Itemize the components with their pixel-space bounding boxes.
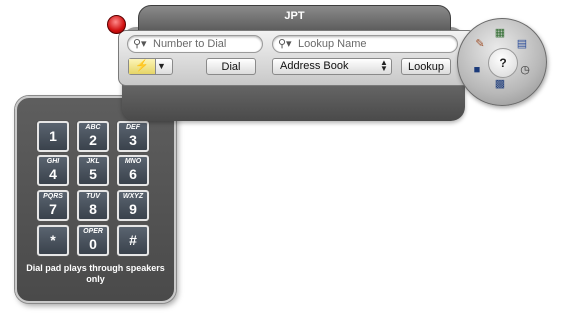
key-digit: 4 — [49, 166, 57, 182]
key-letters: PQRS — [43, 193, 63, 200]
notes-icon[interactable]: ✎ — [473, 37, 487, 51]
key-5[interactable]: JKL 5 — [77, 155, 109, 186]
key-letters: WXYZ — [122, 193, 144, 200]
key-letters: DEF — [126, 124, 140, 131]
contacts-grid-icon[interactable]: ▦ — [493, 26, 507, 40]
clock-icon[interactable]: ◷ — [518, 63, 532, 77]
dial-type-popup[interactable]: ⚡ ▼ — [128, 58, 173, 75]
chevron-down-icon: ▼ — [157, 61, 166, 71]
dial-button[interactable]: Dial — [206, 58, 256, 75]
key-0[interactable]: OPER 0 — [77, 225, 109, 256]
key-letters: TUV — [86, 193, 100, 200]
key-digit: 5 — [89, 166, 97, 182]
address-source-value: Address Book — [280, 60, 349, 72]
key-star[interactable]: * — [37, 225, 69, 256]
key-2[interactable]: ABC 2 — [77, 121, 109, 152]
key-8[interactable]: TUV 8 — [77, 190, 109, 221]
key-4[interactable]: GHI 4 — [37, 155, 69, 186]
lookup-name-field[interactable]: ⚲▾ Lookup Name — [272, 35, 458, 53]
key-hash[interactable]: # — [117, 225, 149, 256]
key-9[interactable]: WXYZ 9 — [117, 190, 149, 221]
key-digit: 7 — [49, 201, 57, 217]
key-digit: 1 — [49, 128, 57, 144]
key-3[interactable]: DEF 3 — [117, 121, 149, 152]
lookup-button[interactable]: Lookup — [401, 58, 451, 75]
key-digit: 3 — [129, 132, 137, 148]
number-to-dial-placeholder: Number to Dial — [153, 38, 227, 50]
key-6[interactable]: MNO 6 — [117, 155, 149, 186]
key-digit: * — [50, 232, 56, 248]
window-title: JPT — [284, 10, 305, 22]
key-letters: MNO — [124, 158, 142, 165]
help-button[interactable]: ? — [488, 48, 518, 78]
keypad-note: Dial pad plays through speakers only — [26, 263, 165, 284]
dial-pad-panel: 1 ABC 2 DEF 3 GHI 4 JKL 5 MNO 6 PQRS 7 TUV 8 WX… — [15, 96, 176, 303]
title-bar[interactable]: JPT — [138, 5, 451, 33]
key-letters: ABC — [85, 124, 101, 131]
stepper-arrows-icon: ▲ ▼ — [380, 58, 388, 73]
number-to-dial-field[interactable]: ⚲▾ Number to Dial — [127, 35, 263, 53]
key-digit: 6 — [129, 166, 137, 182]
key-7[interactable]: PQRS 7 — [37, 190, 69, 221]
address-book-icon[interactable]: ▤ — [515, 37, 529, 51]
key-letters: JKL — [86, 158, 100, 165]
key-digit: 8 — [89, 201, 97, 217]
search-icon: ⚲▾ — [133, 38, 147, 50]
close-button[interactable] — [107, 15, 126, 34]
key-digit: 2 — [89, 132, 97, 148]
key-letters: OPER — [83, 228, 103, 235]
phone-book-icon[interactable]: ■ — [470, 63, 484, 77]
key-digit: 9 — [129, 201, 137, 217]
key-1[interactable]: 1 — [37, 121, 69, 152]
key-digit: # — [129, 232, 137, 248]
address-source-select[interactable]: Address Book ▲ ▼ — [272, 58, 392, 75]
search-icon: ⚲▾ — [278, 38, 292, 50]
calculator-icon[interactable]: ▩ — [493, 77, 507, 91]
lookup-name-placeholder: Lookup Name — [298, 38, 367, 50]
tool-wheel[interactable]: ✎ ▦ ▤ ◷ ▩ ■ ? — [457, 18, 547, 106]
key-letters: GHI — [46, 158, 60, 165]
phone-signal-icon: ⚡ — [129, 59, 156, 74]
key-digit: 0 — [89, 236, 97, 252]
